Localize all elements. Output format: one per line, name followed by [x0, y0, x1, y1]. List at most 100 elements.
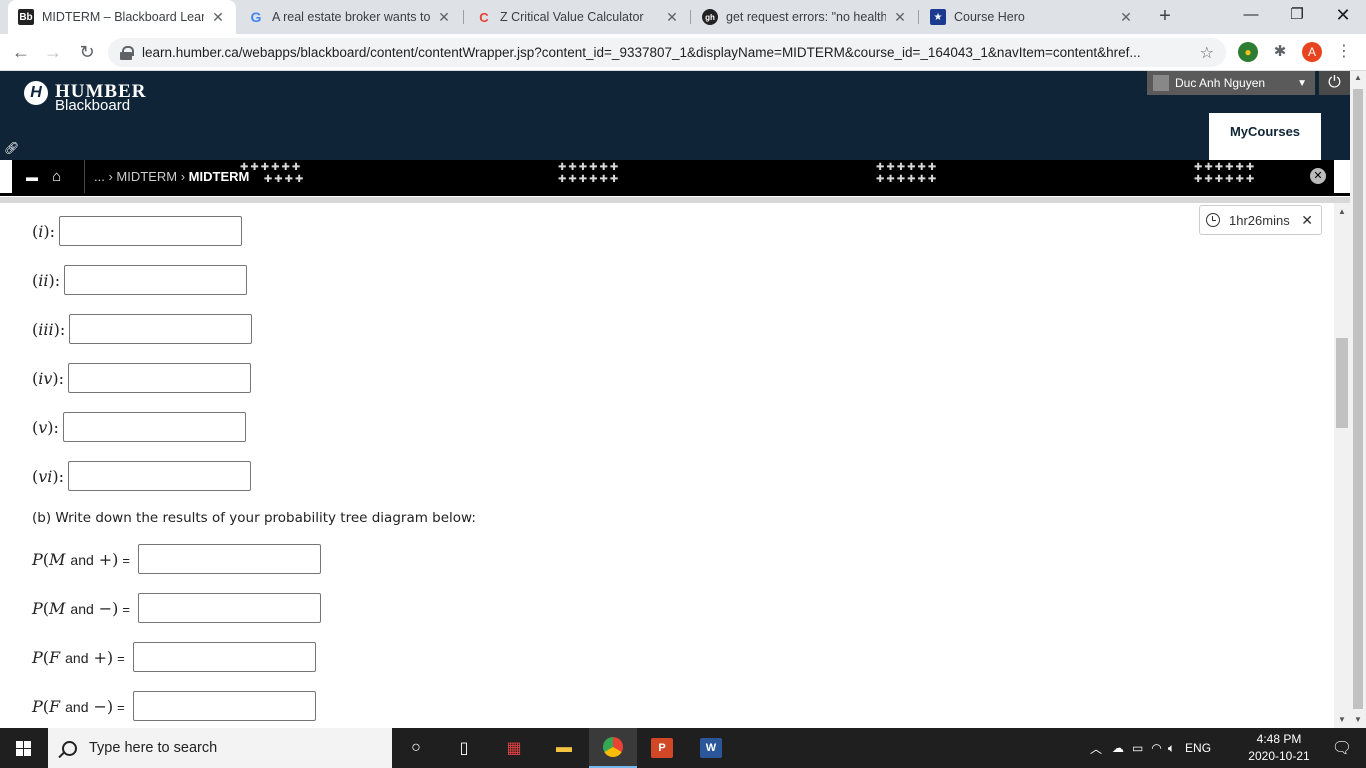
tab-github[interactable]: gh get request errors: "no healthy ✕	[692, 0, 918, 34]
extension-globe-icon[interactable]: ●	[1238, 42, 1258, 62]
back-button[interactable]: ←	[8, 40, 34, 66]
probability-input-m-minus[interactable]	[138, 593, 322, 623]
powerpoint-icon[interactable]: P	[638, 728, 686, 768]
probability-label: P(M and +) =	[32, 549, 131, 569]
user-menu[interactable]: Duc Anh Nguyen ▼	[1147, 71, 1315, 95]
breadcrumb-icons: ▬ ⌂	[26, 168, 61, 185]
scroll-up-icon[interactable]: ▲	[1354, 73, 1362, 82]
address-bar[interactable]: learn.humber.ca/webapps/blackboard/conte…	[108, 38, 1226, 67]
chevron-up-icon[interactable]: ︿	[1090, 740, 1102, 757]
volume-icon[interactable]: 🔈︎	[1168, 741, 1175, 756]
probability-input-m-plus[interactable]	[138, 544, 322, 574]
answer-input-iii[interactable]	[69, 314, 253, 344]
close-window-button[interactable]: ✕	[1320, 0, 1366, 34]
probability-input-f-plus[interactable]	[132, 642, 316, 672]
tab-divider	[690, 10, 691, 24]
breadcrumb-bar: ✚✚✚✚✚✚ ✚✚✚✚ ✚✚✚✚✚✚ ✚✚✚✚✚✚ ✚✚✚✚✚✚ ✚✚✚✚✚✚ ✚✚…	[12, 160, 1334, 193]
reload-button[interactable]: ↻	[74, 40, 100, 66]
answer-label: (v):	[32, 417, 59, 437]
logout-power-button[interactable]: ⏻	[1319, 71, 1350, 95]
probability-label: P(M and −) =	[32, 598, 131, 618]
github-favicon-icon: gh	[702, 9, 718, 25]
battery-icon[interactable]: ▭	[1132, 741, 1143, 755]
taskbar-search-box[interactable]: Type here to search	[48, 728, 392, 768]
extensions-puzzle-icon[interactable]: ✱	[1270, 42, 1290, 62]
link-icon[interactable]: 🔗︎	[4, 141, 19, 155]
breadcrumb-parent[interactable]: MIDTERM	[116, 169, 177, 184]
tab-title: get request errors: "no healthy	[726, 10, 886, 24]
onedrive-icon[interactable]: ☁	[1112, 741, 1124, 755]
decorative-pattern: ✚✚✚✚✚✚ ✚✚✚✚✚✚	[876, 162, 939, 185]
scroll-down-icon[interactable]: ▼	[1338, 715, 1346, 724]
chrome-menu-icon[interactable]: ⋮	[1334, 42, 1354, 62]
timer-text: 1hr26mins	[1229, 212, 1290, 228]
breadcrumb-ellipsis[interactable]: ...	[94, 169, 105, 184]
answer-row-v: (v):	[32, 412, 246, 442]
task-view-icon[interactable]: ▯	[440, 728, 488, 768]
tab-blackboard[interactable]: Bb MIDTERM – Blackboard Learn ✕	[8, 0, 236, 34]
answer-row-iii: (iii):	[32, 314, 253, 344]
forward-button[interactable]: →	[40, 40, 66, 66]
probability-input-f-minus[interactable]	[132, 691, 316, 721]
answer-input-i[interactable]	[59, 216, 243, 246]
restore-button[interactable]: ❐	[1274, 0, 1320, 34]
close-tab-icon[interactable]: ✕	[892, 9, 908, 26]
wifi-icon[interactable]: ◠	[1151, 741, 1161, 755]
close-tab-icon[interactable]: ✕	[1118, 9, 1134, 26]
new-tab-button[interactable]: +	[1154, 6, 1176, 28]
minimize-button[interactable]: —	[1228, 0, 1274, 34]
tab-google-search[interactable]: G A real estate broker wants to a ✕	[238, 0, 462, 34]
tab-divider	[918, 10, 919, 24]
answer-label: (ii):	[32, 270, 61, 290]
page-scrollbar-thumb[interactable]	[1353, 89, 1363, 709]
home-icon[interactable]: ⌂	[52, 168, 61, 185]
start-button[interactable]	[0, 728, 48, 768]
google-favicon-icon: G	[250, 9, 262, 25]
answer-row-ii: (ii):	[32, 265, 248, 295]
profile-avatar[interactable]: A	[1302, 42, 1322, 62]
decorative-pattern: ✚✚✚✚✚✚ ✚✚✚✚✚✚	[1194, 162, 1257, 185]
answer-row-i: (i):	[32, 216, 243, 246]
notifications-icon[interactable]: 🗨︎	[1318, 728, 1366, 768]
content-scrollbar-thumb[interactable]	[1336, 338, 1348, 428]
bookmark-star-icon[interactable]: ☆	[1200, 43, 1214, 63]
language-indicator[interactable]: ENG	[1185, 741, 1211, 755]
course-hero-favicon-icon: ★	[930, 9, 946, 25]
header-underline	[0, 193, 1350, 203]
blackboard-favicon-icon: Bb	[18, 9, 34, 25]
logo-bottom-text: Blackboard	[55, 97, 131, 114]
answer-input-iv[interactable]	[68, 363, 252, 393]
answer-row-iv: (iv):	[32, 363, 252, 393]
windows-logo-icon	[16, 741, 32, 756]
tab-z-calculator[interactable]: C Z Critical Value Calculator ✕	[466, 0, 690, 34]
word-icon[interactable]: W	[687, 728, 735, 768]
clock-date: 2020-10-21	[1248, 749, 1310, 763]
answer-input-vi[interactable]	[68, 461, 252, 491]
chrome-taskbar-icon[interactable]	[589, 728, 637, 768]
taskbar-clock[interactable]: 4:48 PM 2020-10-21	[1244, 731, 1314, 765]
answer-input-ii[interactable]	[64, 265, 248, 295]
file-explorer-icon[interactable]: ▬	[540, 728, 588, 768]
scroll-up-icon[interactable]: ▲	[1338, 207, 1346, 216]
menu-toggle-icon[interactable]: ▬	[26, 170, 38, 184]
close-tab-icon[interactable]: ✕	[436, 9, 452, 26]
close-tab-icon[interactable]: ✕	[210, 9, 226, 26]
my-courses-tab[interactable]: MyCourses	[1209, 113, 1321, 160]
cortana-icon[interactable]: ○	[392, 728, 440, 768]
test-timer: 1hr26mins ✕	[1199, 205, 1322, 235]
page-scrollbar[interactable]: ▲ ▼	[1350, 71, 1366, 728]
clock-icon	[1206, 213, 1220, 227]
tab-course-hero[interactable]: ★ Course Hero ✕	[920, 0, 1144, 34]
app-icon[interactable]: ▦	[490, 728, 538, 768]
answer-label: (vi):	[32, 466, 65, 486]
answer-input-v[interactable]	[62, 412, 246, 442]
scroll-down-icon[interactable]: ▼	[1354, 715, 1362, 724]
calculator-favicon-icon: C	[479, 9, 489, 25]
close-icon[interactable]: ✕	[1310, 168, 1326, 184]
close-timer-icon[interactable]: ✕	[1301, 212, 1313, 229]
close-tab-icon[interactable]: ✕	[664, 9, 680, 26]
content-scrollbar[interactable]: ▲ ▼	[1334, 203, 1350, 728]
decorative-pattern: ✚✚✚✚✚✚ ✚✚✚✚✚✚	[558, 162, 621, 185]
tab-divider	[463, 10, 464, 24]
part-b-prompt: (b) Write down the results of your proba…	[32, 510, 476, 526]
